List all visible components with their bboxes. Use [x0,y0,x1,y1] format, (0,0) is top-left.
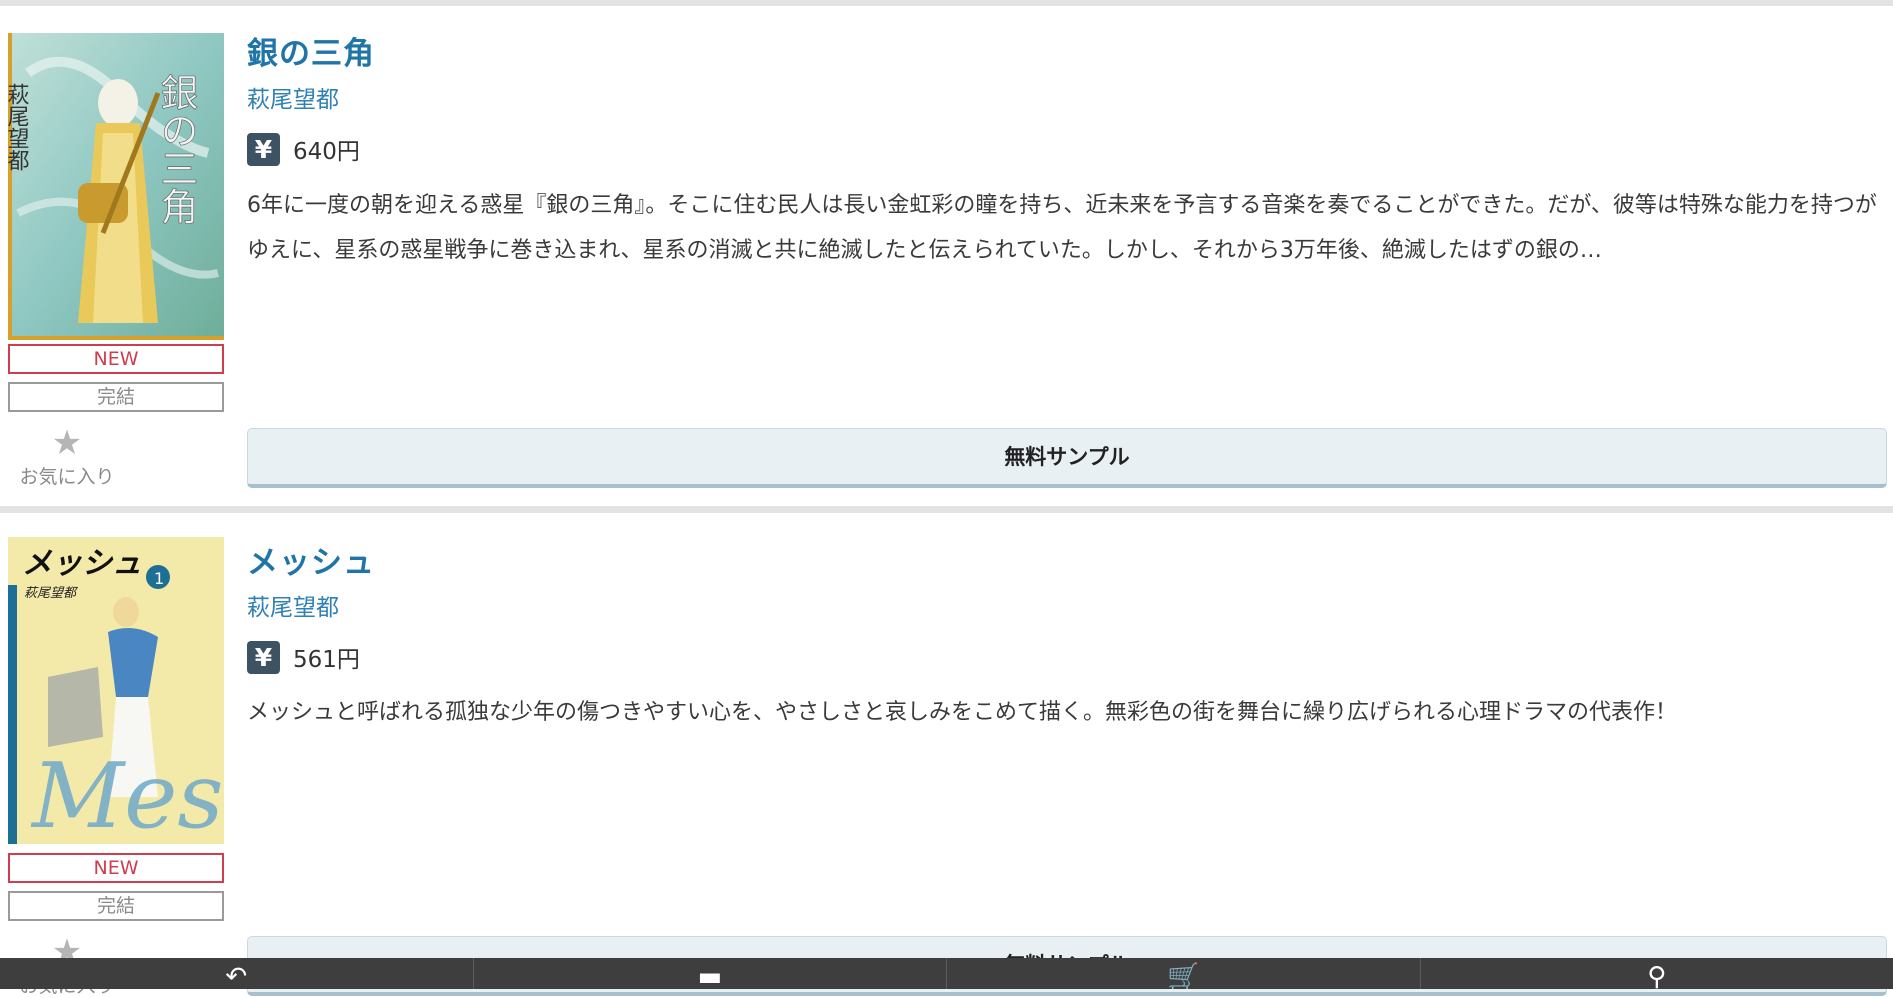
book-description: メッシュと呼ばれる孤独な少年の傷つきやすい心を、やさしさと哀しみをこめて描く。無… [247,690,1887,735]
favorite-button[interactable]: ★ お気に入り [12,426,122,489]
back-arrow-icon: ↶ [225,964,247,989]
svg-text:メッシュ: メッシュ [22,546,142,581]
nav-back[interactable]: ↶ [0,958,474,989]
book-cover-image[interactable]: 萩尾望都 銀の三角 [8,33,224,340]
price: 640円 [293,132,360,166]
user-icon: ⚲ [1647,964,1666,989]
svg-text:銀の三角: 銀の三角 [154,73,198,225]
book-item: 萩尾望都 銀の三角 NEW 完結 ★ お気に入り 銀の三角 萩尾望都 ¥ 640… [0,6,1893,506]
book-title-link[interactable]: 銀の三角 [247,28,375,73]
book-cover-image[interactable]: メッシュ 1 萩尾望都 Mesh [8,537,224,844]
nav-account[interactable]: ⚲ [1421,958,1893,989]
menu-icon: ▬ [697,964,722,989]
yen-icon: ¥ [247,641,280,674]
cart-icon: 🛒 [1167,964,1199,989]
author-link[interactable]: 萩尾望都 [247,80,339,114]
completed-badge: 完結 [8,891,224,921]
svg-text:Mesh: Mesh [30,744,224,844]
yen-icon: ¥ [247,133,280,166]
row-divider [0,506,1893,513]
bottom-navigation-bar: ↶ ▬ 🛒 ⚲ [0,958,1893,989]
new-badge: NEW [8,344,224,374]
svg-text:萩尾望都: 萩尾望都 [8,83,30,171]
free-sample-button[interactable]: 無料サンプル [247,428,1887,488]
author-link[interactable]: 萩尾望都 [247,588,339,622]
nav-cart[interactable]: 🛒 [947,958,1421,989]
nav-menu[interactable]: ▬ [474,958,948,989]
completed-badge: 完結 [8,382,224,412]
book-description: 6年に一度の朝を迎える惑星『銀の三角』。そこに住む民人は長い金虹彩の瞳を持ち、近… [247,183,1887,273]
price-row: ¥ 640円 [247,132,360,166]
book-item: メッシュ 1 萩尾望都 Mesh NEW 完結 ★ お気に入り メッシュ 萩尾望… [0,513,1893,958]
svg-text:萩尾望都: 萩尾望都 [24,586,78,601]
new-badge: NEW [8,853,224,883]
favorite-label: お気に入り [12,462,122,489]
price: 561円 [293,640,360,674]
star-icon: ★ [12,426,122,460]
book-title-link[interactable]: メッシュ [247,537,375,582]
price-row: ¥ 561円 [247,640,360,674]
svg-text:1: 1 [154,569,164,588]
